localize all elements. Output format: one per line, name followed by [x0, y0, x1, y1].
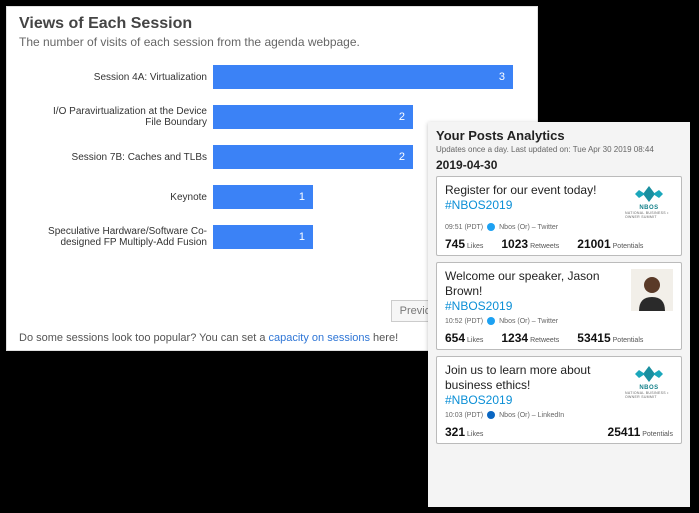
post-text: Join us to learn more about business eth… — [445, 363, 615, 393]
chart-bar: 3 — [213, 65, 513, 89]
chart-row: Session 4A: Virtualization 3 — [37, 57, 535, 97]
chart-bar: 1 — [213, 185, 313, 209]
posts-panel: Your Posts Analytics Updates once a day.… — [428, 122, 690, 507]
post-meta: 10:52 (PDT) Nbos (Or) – Twitter — [445, 317, 673, 325]
post-meta: 09:51 (PDT) Nbos (Or) – Twitter — [445, 223, 673, 231]
linkedin-icon — [487, 411, 495, 419]
post-card[interactable]: Welcome our speaker, Jason Brown! #NBOS2… — [436, 262, 682, 350]
chart-bar: 2 — [213, 105, 413, 129]
post-text: Register for our event today! — [445, 183, 596, 198]
chart-bar: 2 — [213, 145, 413, 169]
brand-logo: NBOS NATIONAL BUSINESS • OWNER SUMMIT — [625, 363, 673, 399]
chart-bar: 1 — [213, 225, 313, 249]
capacity-link[interactable]: capacity on sessions — [269, 332, 371, 344]
chart-label: Keynote — [37, 192, 213, 203]
brand-logo: NBOS NATIONAL BUSINESS • OWNER SUMMIT — [625, 183, 673, 219]
post-hashtag[interactable]: #NBOS2019 — [445, 393, 615, 407]
twitter-icon — [487, 317, 495, 325]
chart-label: Session 7B: Caches and TLBs — [37, 152, 213, 163]
post-meta: 10:03 (PDT) Nbos (Or) – LinkedIn — [445, 411, 673, 419]
chart-label: I/O Paravirtualization at the Device Fil… — [37, 106, 213, 128]
sessions-title: Views of Each Session — [19, 15, 525, 33]
speaker-avatar — [631, 269, 673, 311]
post-card[interactable]: Join us to learn more about business eth… — [436, 356, 682, 444]
post-stats: 654Likes 1234Retweets 53415Potentials — [445, 331, 673, 345]
sessions-footnote: Do some sessions look too popular? You c… — [19, 332, 398, 344]
nbos-icon — [633, 184, 665, 204]
post-stats: 745Likes 1023Retweets 21001Potentials — [445, 237, 673, 251]
post-stats: 321Likes 25411Potentials — [445, 425, 673, 439]
posts-subtitle: Updates once a day. Last updated on: Tue… — [436, 145, 682, 154]
post-hashtag[interactable]: #NBOS2019 — [445, 299, 615, 313]
twitter-icon — [487, 223, 495, 231]
person-icon — [631, 269, 673, 311]
chart-label: Speculative Hardware/Software Co-designe… — [37, 226, 213, 248]
sessions-subtitle: The number of visits of each session fro… — [19, 35, 525, 49]
posts-title: Your Posts Analytics — [436, 128, 682, 143]
post-card[interactable]: Register for our event today! #NBOS2019 … — [436, 176, 682, 256]
nbos-icon — [633, 364, 665, 384]
post-hashtag[interactable]: #NBOS2019 — [445, 198, 596, 212]
chart-label: Session 4A: Virtualization — [37, 72, 213, 83]
posts-date: 2019-04-30 — [436, 158, 682, 172]
post-text: Welcome our speaker, Jason Brown! — [445, 269, 615, 299]
